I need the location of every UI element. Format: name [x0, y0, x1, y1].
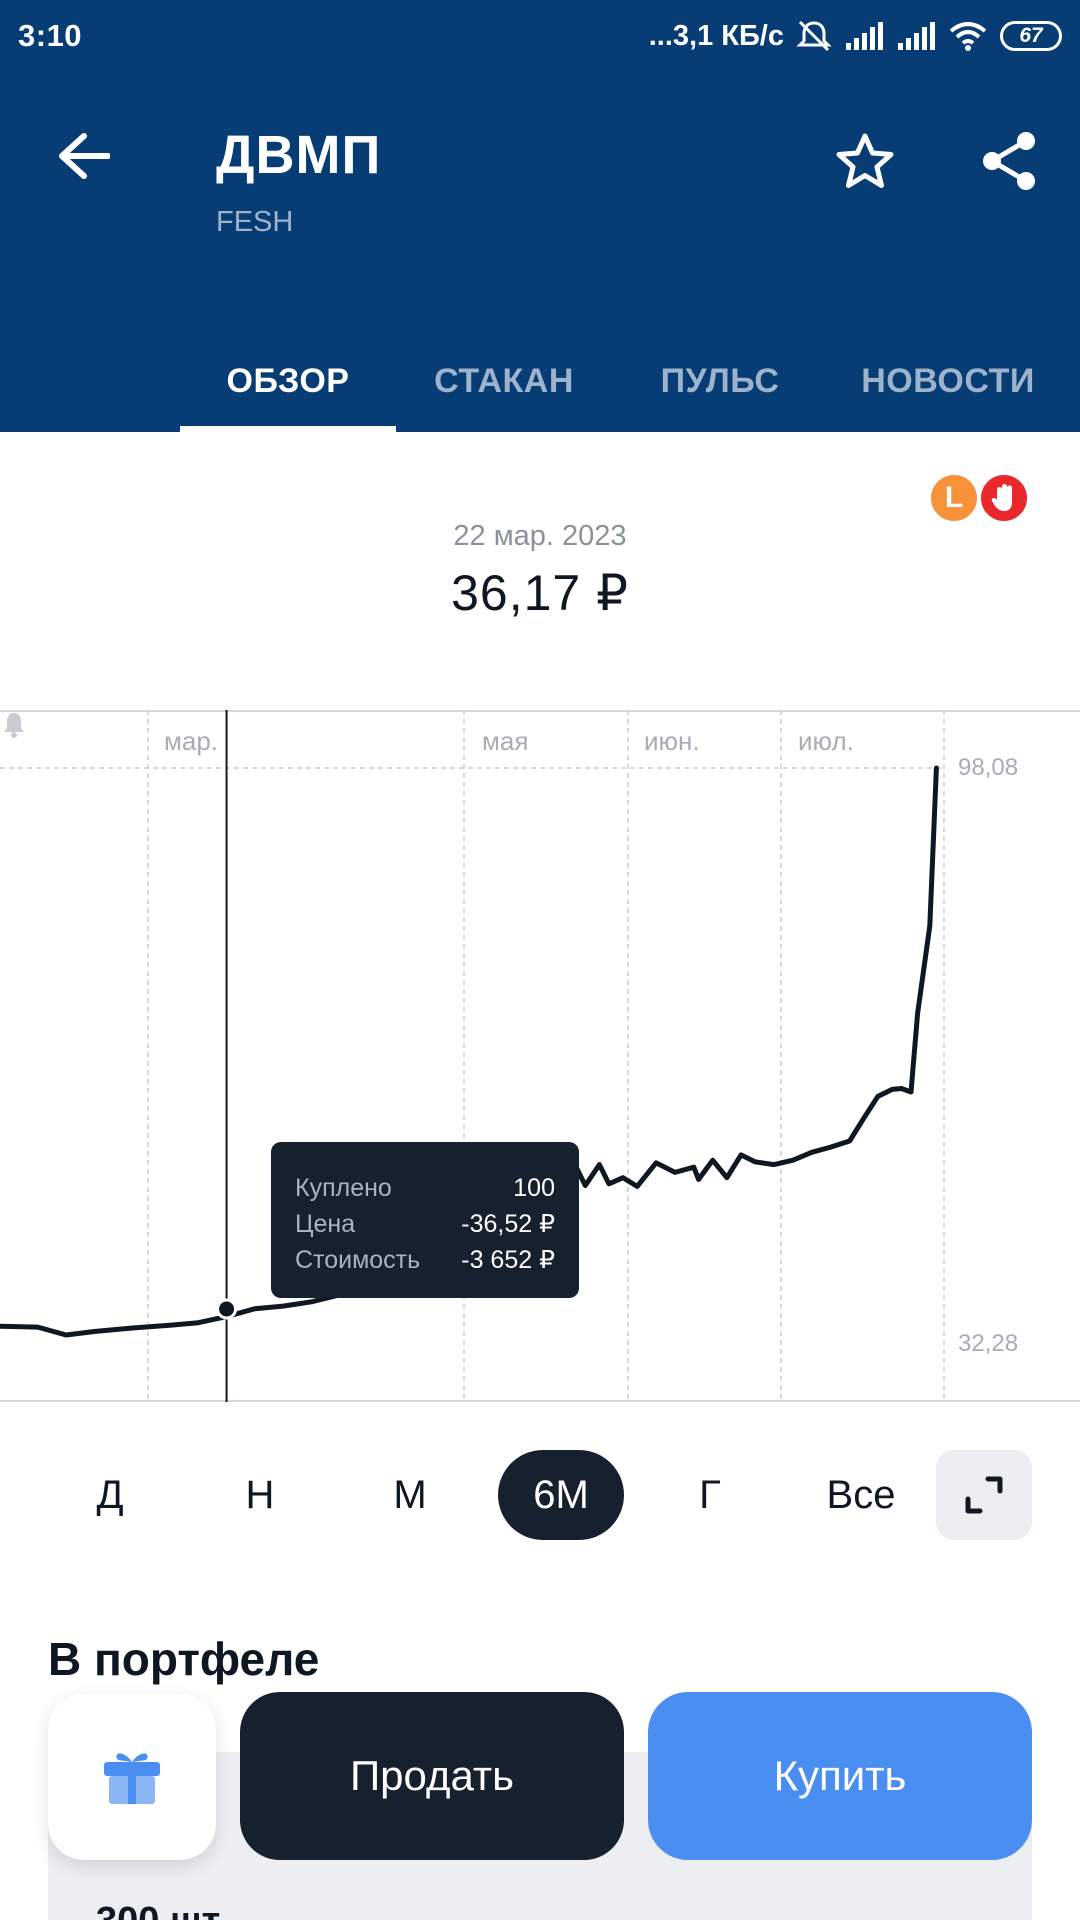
selected-price: 36,17 ₽ — [451, 565, 629, 621]
tooltip-key: Куплено — [295, 1173, 392, 1202]
tab-bar: ОБЗОР СТАКАН ПУЛЬС НОВОСТИ — [0, 330, 1080, 432]
status-time: 3:10 — [18, 18, 83, 53]
tooltip-value: -36,52 ₽ — [461, 1210, 555, 1238]
tab-news[interactable]: НОВОСТИ — [828, 330, 1068, 432]
tab-pulse[interactable]: ПУЛЬС — [612, 330, 828, 432]
month-label-mar: мар. — [164, 726, 219, 756]
liquidity-badge[interactable]: L — [928, 472, 980, 524]
expand-icon — [965, 1476, 1003, 1514]
month-label-may: мая — [482, 726, 529, 756]
buy-button[interactable]: Купить — [648, 1692, 1032, 1860]
period-day[interactable]: Д — [62, 1450, 158, 1540]
portfolio-quantity: 300 шт — [96, 1900, 220, 1920]
back-button[interactable] — [52, 124, 116, 188]
bell-icon[interactable] — [0, 710, 28, 740]
tooltip-value: -3 652 ₽ — [461, 1246, 555, 1274]
stock-badges: L — [928, 472, 1030, 524]
price-chart[interactable]: мар. мая июн. июл. 98,08 32,28 Куплено 1… — [0, 710, 1080, 1402]
status-bar: 3:10 ...3,1 КБ/с 67 — [0, 0, 1080, 72]
arrow-left-icon — [59, 133, 110, 179]
period-week[interactable]: Н — [212, 1450, 308, 1540]
tooltip-row: Куплено 100 — [295, 1170, 555, 1206]
stock-title: ДВМП — [216, 125, 382, 185]
month-label-jul: июл. — [798, 726, 854, 756]
star-icon — [836, 133, 894, 188]
app-header: ДВМП FESH ОБЗОР СТАКАН ПУЛЬС НОВОСТИ — [0, 72, 1080, 432]
network-speed: ...3,1 КБ/с — [648, 19, 784, 52]
y-axis-min-label: 32,28 — [958, 1330, 1019, 1357]
status-icons: ...3,1 КБ/с 67 — [649, 19, 1062, 53]
period-all[interactable]: Все — [806, 1450, 916, 1540]
active-tab-indicator — [180, 426, 396, 432]
tab-order-book[interactable]: СТАКАН — [396, 330, 612, 432]
mute-icon — [796, 20, 832, 52]
hand-icon[interactable] — [978, 472, 1030, 524]
tab-overview[interactable]: ОБЗОР — [180, 330, 396, 432]
period-selector: Д Н М 6М Г Все — [0, 1450, 1080, 1540]
favorite-button[interactable] — [830, 126, 900, 196]
tooltip-row: Цена -36,52 ₽ — [295, 1206, 555, 1242]
share-button[interactable] — [974, 126, 1044, 196]
portfolio-title: В портфеле — [48, 1633, 320, 1685]
tooltip-value: 100 — [513, 1173, 555, 1202]
tooltip-key: Стоимость — [295, 1245, 421, 1274]
tooltip-row: Стоимость -3 652 ₽ — [295, 1242, 555, 1278]
selected-date: 22 мар. 2023 — [453, 520, 627, 552]
battery-icon: 67 — [1000, 21, 1062, 51]
battery-level: 67 — [1019, 24, 1043, 47]
trade-tooltip: Куплено 100 Цена -36,52 ₽ Стоимость -3 6… — [271, 1142, 579, 1298]
expand-chart-button[interactable] — [936, 1450, 1032, 1540]
period-6-months[interactable]: 6М — [498, 1450, 624, 1540]
signal-icon — [846, 22, 883, 50]
share-icon — [983, 132, 1035, 190]
gift-icon — [104, 1753, 160, 1804]
signal-icon — [898, 22, 935, 50]
y-axis-max-label: 98,08 — [958, 754, 1019, 781]
trade-marker — [216, 1298, 238, 1320]
wifi-icon — [949, 22, 987, 51]
period-year[interactable]: Г — [662, 1450, 758, 1540]
stock-ticker: FESH — [216, 206, 294, 238]
tooltip-key: Цена — [295, 1209, 356, 1238]
period-month[interactable]: М — [362, 1450, 458, 1540]
month-label-jun: июн. — [644, 726, 700, 756]
chart-canvas[interactable] — [0, 710, 1080, 1402]
gift-button[interactable] — [48, 1694, 216, 1860]
sell-button[interactable]: Продать — [240, 1692, 624, 1860]
